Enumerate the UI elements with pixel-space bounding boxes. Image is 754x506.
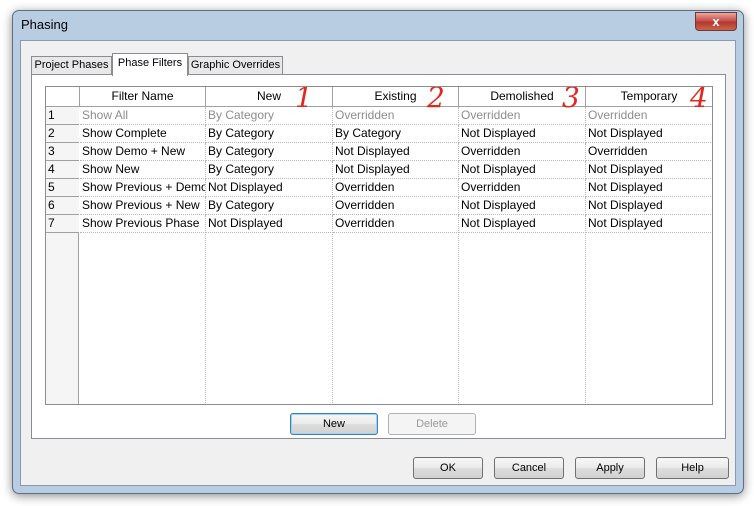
header-filter-name[interactable]: Filter Name bbox=[80, 87, 206, 107]
cell-existing[interactable]: Not Displayed bbox=[333, 143, 459, 161]
column-divider bbox=[712, 107, 713, 405]
phase-filters-table[interactable]: Filter Name New Existing Demolished Temp… bbox=[45, 86, 713, 405]
cell-demolished[interactable]: Overridden bbox=[459, 143, 586, 161]
cell-filter-name[interactable]: Show New bbox=[80, 161, 206, 179]
cell-filter-name[interactable]: Show Previous + Demo bbox=[80, 179, 206, 197]
cell-new[interactable]: By Category bbox=[206, 143, 333, 161]
phasing-dialog: Phasing x Project Phases Phase Filters G… bbox=[12, 10, 744, 494]
annotation-2: 2 bbox=[427, 86, 445, 114]
annotation-4: 4 bbox=[690, 86, 708, 114]
phase-filters-panel: Filter Name New Existing Demolished Temp… bbox=[31, 74, 726, 439]
annotation-3: 3 bbox=[562, 86, 580, 114]
cell-new[interactable]: By Category bbox=[206, 161, 333, 179]
cell-filter-name[interactable]: Show Previous + New bbox=[80, 197, 206, 215]
cell-temporary[interactable]: Not Displayed bbox=[586, 161, 712, 179]
header-new[interactable]: New bbox=[206, 87, 333, 107]
cell-new[interactable]: By Category bbox=[206, 197, 333, 215]
cell-new[interactable]: Not Displayed bbox=[206, 215, 333, 233]
row-number[interactable]: 3 bbox=[46, 143, 79, 161]
cell-demolished[interactable]: Overridden bbox=[459, 179, 586, 197]
cell-existing[interactable]: Overridden bbox=[333, 215, 459, 233]
header-corner bbox=[46, 87, 80, 107]
cell-existing[interactable]: Overridden bbox=[333, 179, 459, 197]
table-header: Filter Name New Existing Demolished Temp… bbox=[46, 87, 712, 107]
cell-filter-name[interactable]: Show Complete bbox=[80, 125, 206, 143]
cell-temporary[interactable]: Not Displayed bbox=[586, 179, 712, 197]
row-number[interactable]: 5 bbox=[46, 179, 79, 197]
row-number[interactable]: 7 bbox=[46, 215, 79, 233]
row-number[interactable]: 4 bbox=[46, 161, 79, 179]
cell-existing[interactable]: By Category bbox=[333, 125, 459, 143]
cell-existing[interactable]: Not Displayed bbox=[333, 161, 459, 179]
title-bar[interactable]: Phasing x bbox=[13, 11, 743, 39]
row-number[interactable]: 1 bbox=[46, 107, 79, 125]
cell-temporary[interactable]: Not Displayed bbox=[586, 125, 712, 143]
new-filter-button[interactable]: New bbox=[290, 413, 378, 435]
cancel-button[interactable]: Cancel bbox=[494, 457, 564, 479]
cell-filter-name[interactable]: Show Previous Phase bbox=[80, 215, 206, 233]
cell-filter-name[interactable]: Show All bbox=[80, 107, 206, 125]
window-title: Phasing bbox=[21, 17, 68, 32]
cell-new[interactable]: Not Displayed bbox=[206, 179, 333, 197]
cell-new[interactable]: By Category bbox=[206, 107, 333, 125]
help-button[interactable]: Help bbox=[656, 457, 729, 479]
tab-graphic-overrides[interactable]: Graphic Overrides bbox=[188, 56, 283, 75]
close-icon: x bbox=[712, 14, 720, 29]
cell-temporary[interactable]: Not Displayed bbox=[586, 197, 712, 215]
delete-filter-button[interactable]: Delete bbox=[388, 413, 476, 435]
tab-phase-filters[interactable]: Phase Filters bbox=[112, 53, 188, 76]
apply-button[interactable]: Apply bbox=[575, 457, 645, 479]
ok-button[interactable]: OK bbox=[413, 457, 483, 479]
annotation-1: 1 bbox=[295, 86, 313, 114]
cell-filter-name[interactable]: Show Demo + New bbox=[80, 143, 206, 161]
cell-demolished[interactable]: Not Displayed bbox=[459, 215, 586, 233]
cell-new[interactable]: By Category bbox=[206, 125, 333, 143]
dialog-body: Project Phases Phase Filters Graphic Ove… bbox=[20, 40, 736, 486]
cell-demolished[interactable]: Not Displayed bbox=[459, 197, 586, 215]
cell-temporary[interactable]: Not Displayed bbox=[586, 215, 712, 233]
close-button[interactable]: x bbox=[695, 12, 737, 31]
cell-demolished[interactable]: Not Displayed bbox=[459, 161, 586, 179]
tab-project-phases[interactable]: Project Phases bbox=[31, 56, 112, 75]
cell-demolished[interactable]: Not Displayed bbox=[459, 125, 586, 143]
cell-temporary[interactable]: Overridden bbox=[586, 143, 712, 161]
row-number[interactable]: 6 bbox=[46, 197, 79, 215]
cell-existing[interactable]: Overridden bbox=[333, 197, 459, 215]
row-number[interactable]: 2 bbox=[46, 125, 79, 143]
